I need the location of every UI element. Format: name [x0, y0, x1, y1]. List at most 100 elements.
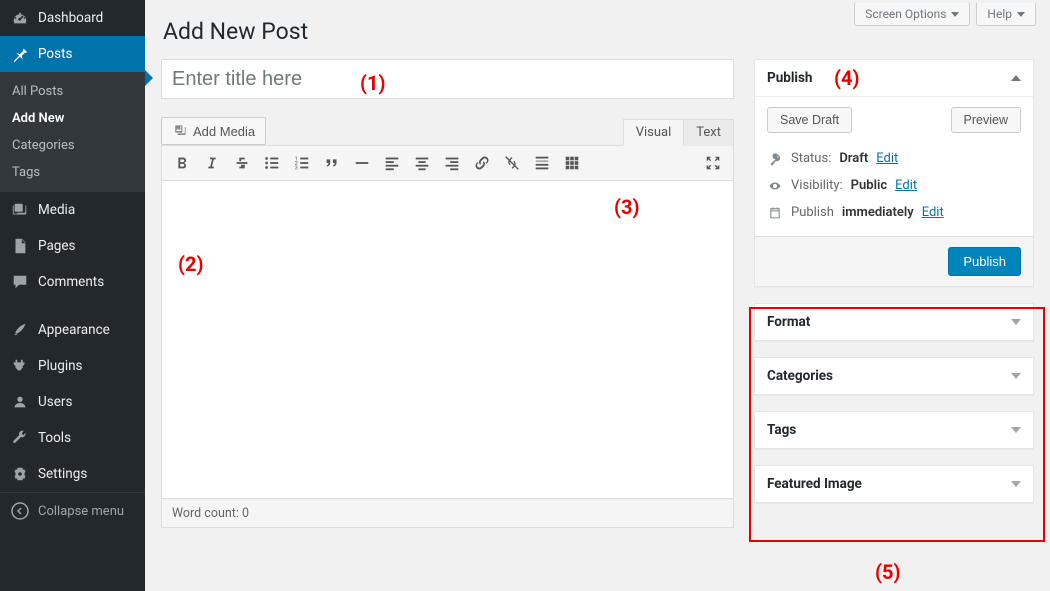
publish-box-title: Publish [767, 70, 813, 86]
menu-item-plugins[interactable]: Plugins [0, 348, 145, 384]
readmore-button[interactable] [528, 150, 556, 176]
link-button[interactable] [468, 150, 496, 176]
collapse-label: Collapse menu [38, 504, 124, 519]
menu-item-settings[interactable]: Settings [0, 456, 145, 492]
featured-image-box-title: Featured Image [767, 476, 862, 492]
menu-label: Comments [38, 274, 104, 290]
chevron-down-icon [951, 12, 959, 17]
menu-item-posts[interactable]: Posts [0, 36, 145, 72]
bold-button[interactable] [168, 150, 196, 176]
toolbar-toggle-button[interactable] [558, 150, 586, 176]
collapse-icon [10, 501, 30, 521]
calendar-icon [767, 206, 783, 220]
menu-label: Pages [38, 238, 76, 254]
featured-image-box-header[interactable]: Featured Image [755, 466, 1033, 502]
menu-label: Users [38, 394, 72, 410]
submenu-add-new[interactable]: Add New [0, 105, 145, 132]
blockquote-button[interactable] [318, 150, 346, 176]
menu-item-comments[interactable]: Comments [0, 264, 145, 300]
menu-item-appearance[interactable]: Appearance [0, 312, 145, 348]
status-label: Status: [791, 151, 831, 166]
admin-sidebar: Dashboard Posts All Posts Add New Catego… [0, 0, 145, 591]
menu-item-dashboard[interactable]: Dashboard [0, 0, 145, 36]
publish-button[interactable]: Publish [948, 247, 1021, 276]
submenu-tags[interactable]: Tags [0, 159, 145, 186]
content-editor[interactable] [161, 181, 734, 499]
publish-box-header[interactable]: Publish [755, 60, 1033, 96]
numbered-list-button[interactable]: 123 [288, 150, 316, 176]
tab-text[interactable]: Text [684, 119, 734, 146]
categories-box: Categories [754, 357, 1034, 395]
editor-toolbar: 123 [161, 145, 734, 181]
chevron-down-icon [1011, 373, 1021, 379]
strikethrough-button[interactable] [228, 150, 256, 176]
menu-label: Tools [38, 430, 71, 446]
chevron-down-icon [1011, 319, 1021, 325]
italic-button[interactable] [198, 150, 226, 176]
screen-meta-links: Screen Options Help [854, 3, 1036, 26]
align-left-button[interactable] [378, 150, 406, 176]
post-body-column: Add Media Visual Text 123 [161, 59, 734, 528]
screen-options-button[interactable]: Screen Options [854, 3, 970, 26]
unlink-button[interactable] [498, 150, 526, 176]
menu-label: Settings [38, 466, 87, 482]
eye-icon [767, 179, 783, 193]
format-box-title: Format [767, 314, 810, 330]
hr-button[interactable] [348, 150, 376, 176]
schedule-value: immediately [842, 205, 914, 220]
tools-icon [10, 428, 30, 448]
tags-box: Tags [754, 411, 1034, 449]
menu-item-pages[interactable]: Pages [0, 228, 145, 264]
categories-box-header[interactable]: Categories [755, 358, 1033, 394]
submenu-all-posts[interactable]: All Posts [0, 78, 145, 105]
preview-button[interactable]: Preview [951, 107, 1021, 133]
help-button[interactable]: Help [976, 3, 1036, 26]
tags-box-header[interactable]: Tags [755, 412, 1033, 448]
svg-text:3: 3 [295, 165, 298, 171]
chevron-down-icon [1011, 427, 1021, 433]
bullet-list-button[interactable] [258, 150, 286, 176]
chevron-down-icon [1017, 12, 1025, 17]
chevron-down-icon [1011, 481, 1021, 487]
status-edit-link[interactable]: Edit [876, 151, 898, 166]
editor-mode-tabs: Visual Text [623, 119, 734, 145]
settings-icon [10, 464, 30, 484]
chevron-up-icon [1011, 75, 1021, 81]
tab-visual[interactable]: Visual [623, 119, 685, 146]
add-media-label: Add Media [193, 124, 255, 139]
fullscreen-button[interactable] [699, 150, 727, 176]
plugins-icon [10, 356, 30, 376]
visibility-edit-link[interactable]: Edit [895, 178, 917, 193]
dashboard-icon [10, 8, 30, 28]
menu-label: Media [38, 202, 75, 218]
align-center-button[interactable] [408, 150, 436, 176]
posts-submenu: All Posts Add New Categories Tags [0, 72, 145, 192]
schedule-row: Publish immediately Edit [767, 199, 1021, 226]
menu-item-users[interactable]: Users [0, 384, 145, 420]
visibility-value: Public [851, 178, 887, 193]
active-menu-arrow [145, 70, 153, 86]
menu-item-tools[interactable]: Tools [0, 420, 145, 456]
key-icon [767, 152, 783, 166]
pin-icon [10, 44, 30, 64]
categories-box-title: Categories [767, 368, 833, 384]
visibility-label: Visibility: [791, 178, 843, 193]
format-box-header[interactable]: Format [755, 304, 1033, 340]
save-draft-button[interactable]: Save Draft [767, 107, 852, 133]
format-box: Format [754, 303, 1034, 341]
word-count-status: Word count: 0 [161, 499, 734, 528]
tags-box-title: Tags [767, 422, 796, 438]
add-media-button[interactable]: Add Media [161, 117, 266, 145]
menu-label: Appearance [38, 322, 110, 338]
align-right-button[interactable] [438, 150, 466, 176]
submenu-categories[interactable]: Categories [0, 132, 145, 159]
menu-label: Dashboard [38, 10, 103, 26]
collapse-menu[interactable]: Collapse menu [0, 492, 145, 529]
media-icon [172, 123, 188, 139]
schedule-edit-link[interactable]: Edit [922, 205, 944, 220]
menu-item-media[interactable]: Media [0, 192, 145, 228]
visibility-row: Visibility: Public Edit [767, 172, 1021, 199]
post-title-input[interactable] [161, 59, 734, 99]
status-row: Status: Draft Edit [767, 145, 1021, 172]
menu-label: Posts [38, 46, 72, 62]
